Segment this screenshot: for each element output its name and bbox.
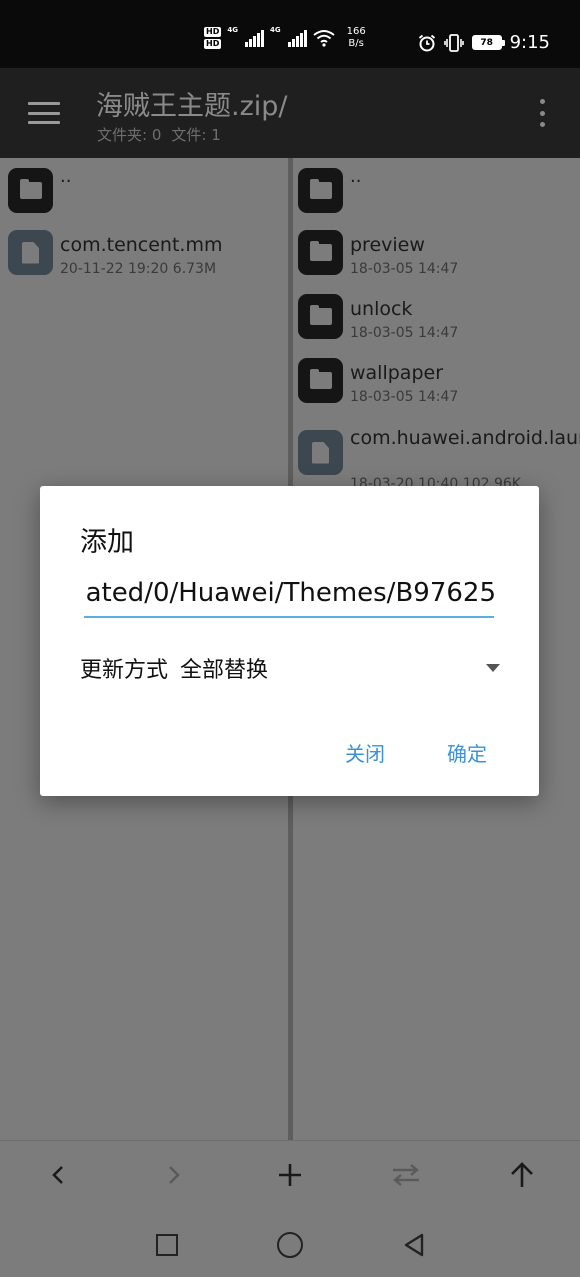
swap-icon (393, 1164, 419, 1186)
hd-label: HD (204, 27, 222, 37)
system-nav-bar (0, 1212, 580, 1277)
list-item[interactable]: .. (293, 158, 580, 222)
list-item[interactable]: preview 18-03-05 14:47 (293, 220, 580, 284)
item-name: com.tencent.mm (60, 234, 223, 256)
folder-icon (298, 358, 343, 403)
list-item[interactable]: com.tencent.mm 20-11-22 19:20 6.73M (0, 220, 288, 284)
item-name: wallpaper (350, 362, 444, 384)
signal-icon (287, 29, 307, 47)
update-mode-label: 更新方式 (80, 658, 169, 683)
item-name: com.huawei.android.launcher (350, 427, 580, 449)
folder-count: 文件夹: 0 (97, 126, 162, 144)
folder-icon (8, 168, 53, 213)
status-bar: HD HD 4G 4G 166 B/s 78 9:15 (0, 0, 580, 68)
swap-panes-button[interactable] (386, 1155, 426, 1195)
folder-file-count: 文件夹: 0 文件: 1 (97, 124, 221, 145)
item-meta: 18-03-05 14:47 (350, 389, 459, 405)
file-count: 文件: 1 (171, 126, 221, 144)
dialog-title: 添加 (80, 527, 134, 558)
item-meta: 18-03-05 14:47 (350, 325, 459, 341)
battery-level: 78 (480, 37, 493, 48)
file-icon (298, 430, 343, 475)
chevron-right-icon (169, 1166, 180, 1184)
folder-icon (298, 230, 343, 275)
vibrate-icon (443, 33, 464, 52)
update-mode-select[interactable]: 更新方式 全部替换 (80, 652, 500, 688)
folder-icon (298, 168, 343, 213)
speed-value: 166 (346, 26, 366, 37)
path-input[interactable]: ated/0/Huawei/Themes/B97625 (84, 576, 494, 618)
network-speed: 166 B/s (347, 26, 366, 50)
network-type-label: 4G (227, 26, 238, 34)
plus-icon (279, 1164, 301, 1186)
item-meta: 18-03-05 14:47 (350, 261, 459, 277)
alarm-icon (418, 34, 435, 51)
path-input-value: ated/0/Huawei/Themes/B97625 (85, 578, 494, 608)
back-button[interactable] (38, 1155, 78, 1195)
list-item[interactable]: wallpaper 18-03-05 14:47 (293, 348, 580, 412)
update-mode-value: 全部替换 (180, 658, 269, 683)
add-button[interactable] (270, 1155, 310, 1195)
wifi-icon (312, 30, 335, 47)
add-dialog: 添加 ated/0/Huawei/Themes/B97625 更新方式 全部替换 … (40, 486, 539, 796)
parent-folder-button[interactable] (502, 1155, 542, 1195)
status-right: 78 9:15 (418, 32, 550, 53)
list-item[interactable]: .. (0, 158, 288, 222)
home-button[interactable] (277, 1232, 303, 1258)
confirm-button[interactable]: 确定 (447, 738, 487, 767)
list-item[interactable]: unlock 18-03-05 14:47 (293, 284, 580, 348)
forward-button[interactable] (154, 1155, 194, 1195)
clock: 9:15 (509, 32, 550, 53)
item-name: preview (350, 234, 425, 256)
network-type-label: 4G (269, 26, 281, 34)
speed-unit: B/s (348, 38, 364, 49)
battery-icon: 78 (471, 35, 505, 50)
app-bar: 海贼王主题.zip/ 文件夹: 0 文件: 1 (0, 68, 580, 158)
item-name: .. (60, 166, 72, 187)
hd-indicator: HD HD (204, 27, 222, 49)
close-button[interactable]: 关闭 (345, 738, 385, 767)
recents-button[interactable] (156, 1234, 178, 1256)
file-icon (8, 230, 53, 275)
page-title: 海贼王主题.zip/ (96, 91, 288, 122)
status-indicators: HD HD 4G 4G 166 B/s (204, 26, 366, 50)
hamburger-menu-icon[interactable] (28, 102, 60, 124)
item-name: .. (350, 166, 362, 187)
item-meta: 20-11-22 19:20 6.73M (60, 261, 217, 277)
signal-icon (244, 29, 264, 47)
item-name: unlock (350, 298, 413, 320)
dropdown-arrow-icon (486, 664, 500, 672)
more-options-icon[interactable] (540, 99, 546, 127)
folder-icon (298, 294, 343, 339)
back-triangle-icon[interactable] (402, 1233, 426, 1257)
hd-label: HD (204, 39, 222, 49)
arrow-up-icon (511, 1162, 533, 1187)
bottom-toolbar (0, 1140, 580, 1212)
chevron-left-icon (52, 1166, 63, 1184)
